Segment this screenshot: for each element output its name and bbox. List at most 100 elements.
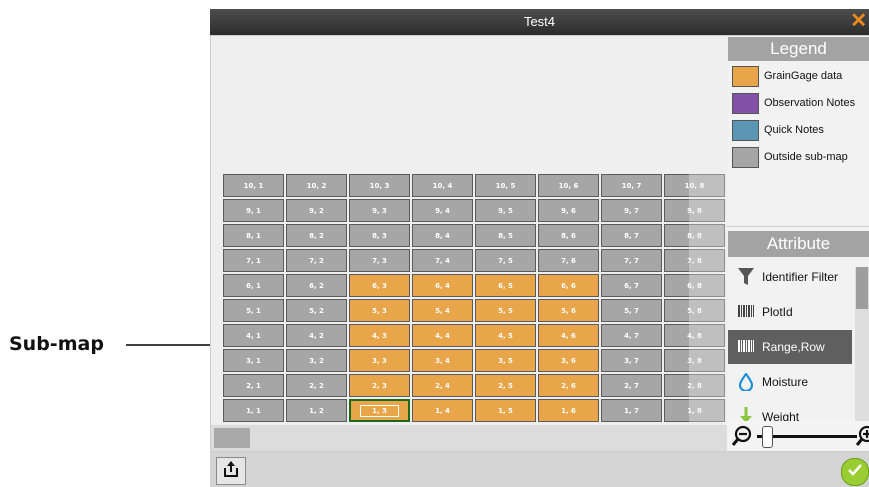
plot-cell[interactable]: 2, 2 [286,374,347,397]
plot-cell-label: 2, 1 [246,381,261,390]
plot-cell[interactable]: 8, 1 [223,224,284,247]
zoom-out-icon[interactable] [731,425,753,452]
plot-cell[interactable]: 10, 7 [601,174,662,197]
plot-cell[interactable]: 3, 2 [286,349,347,372]
plot-cell-label: 6, 2 [309,281,324,290]
plot-cell[interactable]: 10, 1 [223,174,284,197]
confirm-button[interactable] [841,458,869,486]
horizontal-scroll-thumb[interactable] [214,428,250,448]
attribute-scroll-thumb[interactable] [856,267,868,309]
plot-cell[interactable]: 8, 4 [412,224,473,247]
share-button[interactable] [216,457,246,485]
plot-cell[interactable]: 4, 5 [475,324,536,347]
plot-cell[interactable]: 9, 7 [601,199,662,222]
plot-cell[interactable]: 2, 7 [601,374,662,397]
plot-cell[interactable]: 4, 6 [538,324,599,347]
plot-cell[interactable]: 9, 1 [223,199,284,222]
attribute-item-plotid[interactable]: PlotId [728,295,852,329]
legend-item-label: GrainGage data [764,70,843,82]
plot-cell[interactable]: 8, 2 [286,224,347,247]
plot-cell[interactable]: 6, 2 [286,274,347,297]
plot-cell-label: 9, 3 [372,206,387,215]
plot-cell[interactable]: 8, 3 [349,224,410,247]
plot-cell[interactable]: 2, 1 [223,374,284,397]
plot-cell[interactable]: 7, 4 [412,249,473,272]
grid-edge-fade [689,174,727,424]
plot-cell[interactable]: 1, 5 [475,399,536,422]
plot-cell[interactable]: 6, 6 [538,274,599,297]
plot-cell[interactable]: 7, 3 [349,249,410,272]
zoom-slider-thumb[interactable] [762,426,773,448]
attribute-scrollbar[interactable] [855,267,869,433]
field-map-area: 10, 1 10, 2 10, 3 10, 4 10, 5 10, 6 10, 7 10, 8… [211,36,727,432]
plot-cell[interactable]: 2, 4 [412,374,473,397]
plot-cell[interactable]: 5, 4 [412,299,473,322]
plot-cell[interactable]: 3, 1 [223,349,284,372]
plot-cell[interactable]: 5, 7 [601,299,662,322]
plot-cell[interactable]: 1, 1 [223,399,284,422]
plot-cell[interactable]: 9, 5 [475,199,536,222]
plot-cell[interactable]: 8, 7 [601,224,662,247]
close-icon[interactable]: ✕ [850,10,867,32]
plot-cell[interactable]: 2, 3 [349,374,410,397]
plot-cell[interactable]: 6, 7 [601,274,662,297]
plot-cell-label: 4, 3 [372,331,387,340]
plot-cell[interactable]: 4, 4 [412,324,473,347]
plot-cell-label: 1, 7 [624,406,639,415]
plot-cell-label: 6, 4 [435,281,450,290]
plot-cell[interactable]: 3, 5 [475,349,536,372]
plot-cell[interactable]: 4, 1 [223,324,284,347]
plot-cell[interactable]: 5, 3 [349,299,410,322]
plot-cell[interactable]: 3, 3 [349,349,410,372]
plot-cell[interactable]: 10, 6 [538,174,599,197]
plot-cell[interactable]: 1, 6 [538,399,599,422]
plot-cell[interactable]: 6, 4 [412,274,473,297]
plot-cell[interactable]: 4, 3 [349,324,410,347]
plot-cell[interactable]: 4, 7 [601,324,662,347]
plot-cell[interactable]: 5, 5 [475,299,536,322]
horizontal-scrollbar[interactable] [211,425,727,451]
plot-cell[interactable]: 2, 6 [538,374,599,397]
plot-cell[interactable]: 7, 5 [475,249,536,272]
plot-cell[interactable]: 5, 6 [538,299,599,322]
plot-cell[interactable]: 9, 6 [538,199,599,222]
plot-cell-label: 3, 1 [246,356,261,365]
plot-cell[interactable]: 9, 3 [349,199,410,222]
plot-cell[interactable]: 4, 2 [286,324,347,347]
plot-cell[interactable]: 7, 6 [538,249,599,272]
plot-cell-label: 1, 4 [435,406,450,415]
plot-cell[interactable]: 10, 2 [286,174,347,197]
plot-cell[interactable]: 7, 7 [601,249,662,272]
plot-cell[interactable]: 10, 3 [349,174,410,197]
plot-cell-label: 4, 4 [435,331,450,340]
plot-cell[interactable]: 3, 7 [601,349,662,372]
plot-cell-label: 9, 1 [246,206,261,215]
plot-cell[interactable]: 8, 5 [475,224,536,247]
plot-cell[interactable]: 3, 6 [538,349,599,372]
plot-cell-label: 10, 6 [558,181,579,190]
plot-cell[interactable]: 7, 1 [223,249,284,272]
barcode-icon [736,337,756,357]
plot-cell[interactable]: 9, 4 [412,199,473,222]
plot-cell[interactable]: 6, 1 [223,274,284,297]
plot-cell[interactable]: 2, 5 [475,374,536,397]
plot-cell[interactable]: 7, 2 [286,249,347,272]
plot-cell[interactable]: 6, 5 [475,274,536,297]
attribute-item-range-row[interactable]: Range,Row [728,330,852,364]
plot-cell[interactable]: 9, 2 [286,199,347,222]
plot-cell[interactable]: 1, 7 [601,399,662,422]
plot-cell[interactable]: 6, 3 [349,274,410,297]
attribute-item-moisture[interactable]: Moisture [728,365,852,399]
zoom-in-icon[interactable] [855,425,869,452]
plot-cell[interactable]: 8, 6 [538,224,599,247]
plot-cell[interactable]: 1, 2 [286,399,347,422]
attribute-item-identifier-filter[interactable]: Identifier Filter [728,260,852,294]
plot-cell[interactable]: 5, 2 [286,299,347,322]
plot-cell[interactable]: 5, 1 [223,299,284,322]
plot-cell[interactable]: 1, 4 [412,399,473,422]
plot-cell[interactable]: 3, 4 [412,349,473,372]
plot-cell[interactable]: 10, 4 [412,174,473,197]
plot-cell[interactable]: 10, 5 [475,174,536,197]
attribute-panel: Attribute Identifier Filter PlotId Range… [727,227,869,433]
plot-cell[interactable]: 1, 3 [349,399,410,422]
